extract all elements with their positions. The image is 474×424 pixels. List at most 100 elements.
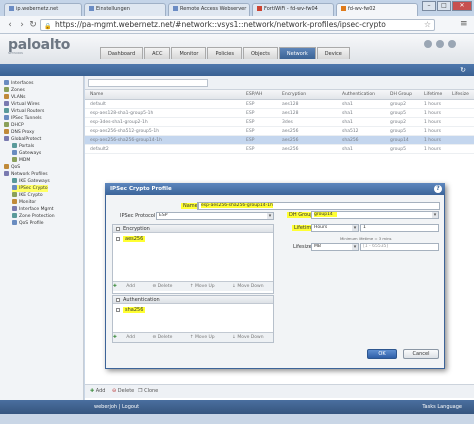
lifetime-unit-select[interactable]: Hours xyxy=(311,224,359,232)
tab-label: Remote Access Webserver xyxy=(180,6,247,12)
tree-item[interactable]: Portals xyxy=(12,143,34,150)
col-header-authentication[interactable]: Authentication xyxy=(342,92,375,97)
tree-item[interactable]: QoS Profile xyxy=(12,220,44,227)
table-cell: group5 xyxy=(390,147,406,152)
add-button[interactable]: ✚ Add xyxy=(90,388,105,394)
search-icon[interactable] xyxy=(448,40,456,48)
tree-item[interactable]: Virtual Wires xyxy=(4,101,40,108)
tree-item-icon xyxy=(4,80,9,85)
move-up-label: Move Up xyxy=(195,284,215,289)
close-window-button[interactable]: ✕ xyxy=(452,1,472,11)
tree-item[interactable]: IKE Crypto xyxy=(12,192,43,199)
tasks-language-links[interactable]: Tasks Language xyxy=(422,404,462,410)
row-checkbox[interactable] xyxy=(116,307,120,312)
browser-tab[interactable]: Einstellungen xyxy=(84,3,166,16)
tree-item[interactable]: Virtual Routers xyxy=(4,108,44,115)
clone-button[interactable]: ❐ Clone xyxy=(138,388,158,394)
minimize-button[interactable]: – xyxy=(422,1,436,11)
commit-icon[interactable] xyxy=(424,40,432,48)
tree-item[interactable]: IPSec Tunnels xyxy=(4,115,42,122)
browser-tab[interactable]: Remote Access Webserver xyxy=(168,3,250,16)
enc-add-button[interactable]: ✚ Add xyxy=(113,284,143,289)
tab-acc[interactable]: ACC xyxy=(144,47,171,59)
tree-item[interactable]: Zones xyxy=(4,87,25,94)
table-row[interactable] xyxy=(85,145,474,154)
url-text: https://pa-mgmt.webernetz.net/#network::… xyxy=(55,20,386,29)
lifesize-label: Lifesize xyxy=(293,244,312,250)
browser-menu-icon[interactable]: ≡ xyxy=(460,19,470,29)
tab-policies[interactable]: Policies xyxy=(207,47,242,59)
tab-device[interactable]: Device xyxy=(316,47,350,59)
col-header-lifesize[interactable]: Lifesize xyxy=(452,92,469,97)
auth-move-up-button[interactable]: ↑ Move Up xyxy=(190,335,223,340)
help-icon[interactable]: ? xyxy=(434,185,442,193)
table-cell: default xyxy=(90,102,106,107)
tree-item[interactable]: QoS xyxy=(4,164,20,171)
encryption-row[interactable]: aes256 xyxy=(113,235,273,243)
browser-tab[interactable]: FortiWiFi - fd-wv-fw04 xyxy=(252,3,334,16)
cancel-button[interactable]: Cancel xyxy=(403,349,439,359)
tree-item[interactable]: DHCP xyxy=(4,122,24,129)
browser-tab-active[interactable]: fd-wv-fw02 xyxy=(336,3,418,16)
col-header-esp[interactable]: ESP/AH xyxy=(246,92,262,97)
select-all-checkbox[interactable] xyxy=(116,297,120,302)
col-header-dh-group[interactable]: DH Group xyxy=(390,92,412,97)
tree-item[interactable]: MDM xyxy=(12,157,30,164)
tree-item[interactable]: IKE Gateways xyxy=(12,178,50,185)
ipsec-protocol-select[interactable]: ESP xyxy=(156,212,274,220)
refresh-icon[interactable]: ↻ xyxy=(460,66,466,74)
auth-add-button[interactable]: ✚ Add xyxy=(113,335,143,340)
row-checkbox[interactable] xyxy=(116,236,120,241)
maximize-button[interactable]: □ xyxy=(437,1,451,11)
user-logout-link[interactable]: weberjoh | Logout xyxy=(94,404,139,410)
filter-input[interactable] xyxy=(88,79,208,87)
tree-item-label: QoS xyxy=(11,165,21,170)
tree-item[interactable]: Zone Protection xyxy=(12,213,55,220)
tree-item-icon xyxy=(4,94,9,99)
ok-button[interactable]: OK xyxy=(367,349,397,359)
auth-move-down-button[interactable]: ↓ Move Down xyxy=(232,335,271,340)
delete-button[interactable]: ⊖ Delete xyxy=(112,388,134,394)
col-header-lifetime[interactable]: Lifetime xyxy=(424,92,442,97)
tab-monitor[interactable]: Monitor xyxy=(171,47,207,59)
auth-delete-button[interactable]: ⊖ Delete xyxy=(152,335,180,340)
tab-objects[interactable]: Objects xyxy=(242,47,278,59)
col-header-encryption[interactable]: Encryption xyxy=(282,92,306,97)
tree-item[interactable]: Gateways xyxy=(12,150,41,157)
browser-tab[interactable]: ip.webernetz.net xyxy=(4,3,82,16)
authentication-item: sha256 xyxy=(123,307,146,313)
delete-label: Delete xyxy=(157,284,173,289)
table-row[interactable] xyxy=(85,100,474,109)
tree-item-label: IPSec Tunnels xyxy=(11,116,42,121)
table-cell: group5 xyxy=(390,129,406,134)
back-icon[interactable]: ‹ xyxy=(4,19,16,31)
tree-item[interactable]: GlobalProtect xyxy=(4,136,41,143)
lifetime-input[interactable]: 1 xyxy=(360,224,439,232)
dh-group-select[interactable]: group14 xyxy=(311,211,439,219)
encryption-header-label: Encryption xyxy=(123,226,150,232)
enc-move-up-button[interactable]: ↑ Move Up xyxy=(190,284,223,289)
tree-item-icon xyxy=(12,206,17,211)
tree-item[interactable]: Network Profiles xyxy=(4,171,48,178)
tree-item[interactable]: Monitor xyxy=(12,199,36,206)
reload-icon[interactable]: ↻ xyxy=(27,19,39,31)
tree-item[interactable]: Interface Mgmt xyxy=(12,206,53,213)
enc-delete-button[interactable]: ⊖ Delete xyxy=(152,284,180,289)
select-all-checkbox[interactable] xyxy=(116,226,120,231)
url-input[interactable]: 🔒 https://pa-mgmt.webernetz.net/#network… xyxy=(40,19,435,31)
authentication-row[interactable]: sha256 xyxy=(113,306,273,314)
tree-item[interactable]: Interfaces xyxy=(4,80,34,87)
star-icon[interactable]: ☆ xyxy=(424,20,431,30)
tab-dashboard[interactable]: Dashboard xyxy=(100,47,144,59)
name-input[interactable]: esp-aes256-sha256-group14-1h xyxy=(198,202,440,210)
config-icon[interactable] xyxy=(436,40,444,48)
tree-item[interactable]: VLANs xyxy=(4,94,25,101)
tree-item[interactable]: DNS Proxy xyxy=(4,129,34,136)
tree-item-icon xyxy=(12,143,17,148)
tab-network[interactable]: Network xyxy=(278,47,316,59)
col-header-name[interactable]: Name xyxy=(90,92,103,97)
enc-move-down-button[interactable]: ↓ Move Down xyxy=(232,284,271,289)
lifesize-unit-select[interactable]: MB xyxy=(311,243,359,251)
tree-item[interactable]: IPSec Crypto xyxy=(12,185,48,192)
lifesize-input[interactable]: [1 - 65535] xyxy=(360,243,439,251)
